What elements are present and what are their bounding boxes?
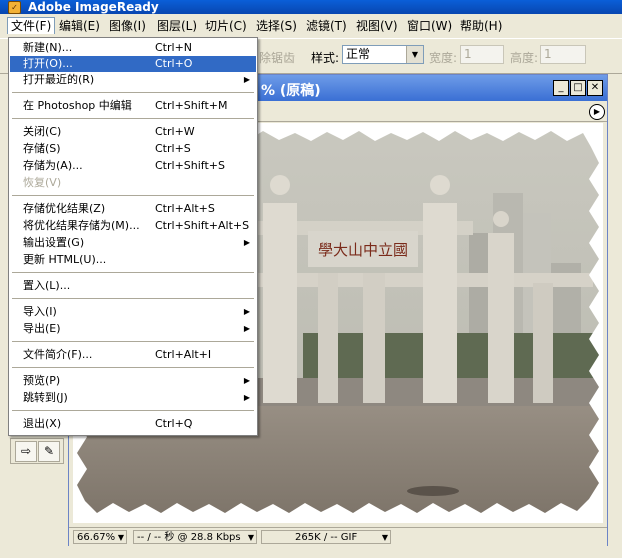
menu-separator [12, 298, 254, 299]
menu-select[interactable]: 选择(S) [253, 18, 300, 34]
zoom-field[interactable]: 66.67% ▼ [73, 530, 127, 544]
menu-separator [12, 195, 254, 196]
menu-item-open-recent[interactable]: 打开最近的(R) ▶ [10, 72, 256, 88]
menu-item-export[interactable]: 导出(E) ▶ [10, 321, 256, 337]
download-time-value: -- / -- 秒 @ 28.8 Kbps [137, 532, 241, 543]
menu-image[interactable]: 图像(I) [106, 18, 149, 34]
menu-filter[interactable]: 滤镜(T) [303, 18, 350, 34]
menu-item-exit[interactable]: 退出(X) Ctrl+Q [10, 416, 256, 432]
menu-separator [12, 92, 254, 93]
file-size-value: 265K / -- GIF [295, 532, 358, 543]
submenu-arrow-icon: ▶ [243, 238, 250, 247]
menu-item-output-settings[interactable]: 输出设置(G) ▶ [10, 235, 256, 251]
status-bar: 66.67% ▼ -- / -- 秒 @ 28.8 Kbps ▼ 265K / --… [69, 527, 607, 546]
gate-inscription: 學大山中立國 [318, 241, 408, 259]
submenu-arrow-icon: ▶ [243, 324, 250, 333]
style-select-value: 正常 [346, 47, 371, 61]
submenu-arrow-icon: ▶ [243, 393, 250, 402]
chevron-down-icon[interactable]: ▼ [382, 531, 388, 545]
close-icon[interactable]: ✕ [587, 80, 603, 96]
maximize-icon[interactable]: □ [570, 80, 586, 96]
menu-item-save[interactable]: 存储(S) Ctrl+S [10, 141, 256, 157]
menu-view[interactable]: 视图(V) [353, 18, 401, 34]
height-input[interactable]: 1 [540, 45, 586, 64]
minimize-icon[interactable]: _ [553, 80, 569, 96]
menu-item-revert[interactable]: 恢复(V) [10, 175, 256, 191]
menu-separator [12, 118, 254, 119]
submenu-arrow-icon: ▶ [243, 376, 250, 385]
width-input[interactable]: 1 [460, 45, 504, 64]
menu-item-save-as[interactable]: 存储为(A)... Ctrl+Shift+S [10, 158, 256, 174]
menu-item-open[interactable]: 打开(O)... Ctrl+O [10, 56, 256, 72]
height-label: 高度: [510, 51, 539, 65]
toolbox-fragment: ⇨ ✎ [10, 438, 64, 464]
menu-layer[interactable]: 图层(L) [154, 18, 200, 34]
menu-file[interactable]: 文件(F) [7, 17, 56, 34]
chevron-down-icon[interactable]: ▼ [406, 46, 423, 63]
menu-separator [12, 367, 254, 368]
menu-item-preview[interactable]: 预览(P) ▶ [10, 373, 256, 389]
tabs-menu-arrow-icon[interactable]: ▶ [589, 104, 605, 120]
app-title: Adobe ImageReady [28, 0, 159, 14]
style-label: 样式: [311, 51, 340, 65]
menu-separator [12, 410, 254, 411]
submenu-arrow-icon: ▶ [243, 75, 250, 84]
file-menu-dropdown: 新建(N)... Ctrl+N 打开(O)... Ctrl+O 打开最近的(R) ▶ … [8, 37, 258, 436]
menu-item-new[interactable]: 新建(N)... Ctrl+N [10, 40, 256, 56]
menu-item-edit-in-photoshop[interactable]: 在 Photoshop 中编辑 Ctrl+Shift+M [10, 98, 256, 114]
submenu-arrow-icon: ▶ [243, 307, 250, 316]
menu-item-jump-to[interactable]: 跳转到(J) ▶ [10, 390, 256, 406]
menu-item-import[interactable]: 导入(I) ▶ [10, 304, 256, 320]
jump-to-icon[interactable]: ⇨ [15, 441, 37, 462]
menu-edit[interactable]: 编辑(E) [56, 18, 103, 34]
menu-item-file-info[interactable]: 文件简介(F)... Ctrl+Alt+I [10, 347, 256, 363]
menu-help[interactable]: 帮助(H) [457, 18, 505, 34]
menu-item-close[interactable]: 关闭(C) Ctrl+W [10, 124, 256, 140]
menu-window[interactable]: 窗口(W) [404, 18, 455, 34]
pencil-icon[interactable]: ✎ [38, 441, 60, 462]
chevron-down-icon[interactable]: ▼ [118, 531, 124, 545]
menu-slice[interactable]: 切片(C) [202, 18, 250, 34]
menu-item-save-optimized-as[interactable]: 将优化结果存储为(M)... Ctrl+Shift+Alt+S [10, 218, 256, 234]
menubar: 文件(F) 编辑(E) 图像(I) 图层(L) 切片(C) 选择(S) 滤镜(T… [0, 14, 622, 38]
menu-item-update-html[interactable]: 更新 HTML(U)... [10, 252, 256, 268]
menu-item-place[interactable]: 置入(L)... [10, 278, 256, 294]
download-time-field[interactable]: -- / -- 秒 @ 28.8 Kbps ▼ [133, 530, 257, 544]
document-title: % (原稿) [261, 83, 321, 99]
chevron-down-icon[interactable]: ▼ [248, 531, 254, 545]
imageready-app-icon[interactable]: ✓ [8, 1, 21, 14]
menu-separator [12, 341, 254, 342]
menu-separator [12, 272, 254, 273]
antialias-label: 除锯齿 [259, 51, 296, 65]
app-title-bar: ✓ Adobe ImageReady [0, 0, 622, 14]
file-size-field[interactable]: 265K / -- GIF ▼ [261, 530, 391, 544]
width-label: 宽度: [429, 51, 458, 65]
zoom-value: 66.67% [77, 532, 116, 543]
menu-item-save-optimized[interactable]: 存储优化结果(Z) Ctrl+Alt+S [10, 201, 256, 217]
style-select[interactable]: 正常 ▼ [342, 45, 424, 64]
